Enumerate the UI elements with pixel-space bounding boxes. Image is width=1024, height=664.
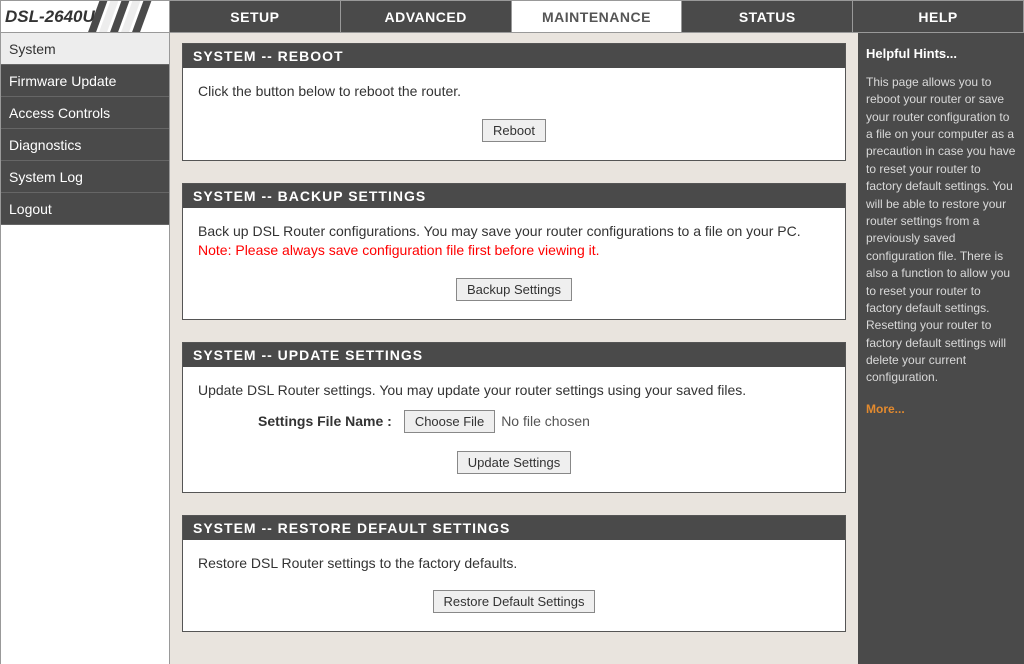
panel-reboot: SYSTEM -- REBOOT Click the button below … bbox=[182, 43, 846, 161]
panel-header: SYSTEM -- REBOOT bbox=[183, 44, 845, 68]
sidebar-item-diagnostics[interactable]: Diagnostics bbox=[1, 129, 169, 161]
panel-restore: SYSTEM -- RESTORE DEFAULT SETTINGS Resto… bbox=[182, 515, 846, 633]
sidebar-item-label: Access Controls bbox=[9, 105, 110, 121]
panel-header: SYSTEM -- BACKUP SETTINGS bbox=[183, 184, 845, 208]
sidebar-item-label: System Log bbox=[9, 169, 83, 185]
sidebar-item-label: Firmware Update bbox=[9, 73, 116, 89]
logo-stripes bbox=[85, 0, 156, 33]
tab-help[interactable]: HELP bbox=[853, 0, 1024, 33]
top-nav: SETUP ADVANCED MAINTENANCE STATUS HELP bbox=[170, 0, 1024, 33]
panel-header: SYSTEM -- RESTORE DEFAULT SETTINGS bbox=[183, 516, 845, 540]
help-more-link[interactable]: More... bbox=[866, 401, 1016, 418]
panel-description: Restore DSL Router settings to the facto… bbox=[198, 554, 830, 573]
tab-advanced[interactable]: ADVANCED bbox=[341, 0, 512, 33]
panel-description: Click the button below to reboot the rou… bbox=[198, 82, 830, 101]
help-title: Helpful Hints... bbox=[866, 45, 1016, 64]
panel-header: SYSTEM -- UPDATE SETTINGS bbox=[183, 343, 845, 367]
panel-update: SYSTEM -- UPDATE SETTINGS Update DSL Rou… bbox=[182, 342, 846, 493]
help-body: This page allows you to reboot your rout… bbox=[866, 74, 1016, 387]
restore-default-button[interactable]: Restore Default Settings bbox=[433, 590, 596, 613]
sidebar-item-label: Diagnostics bbox=[9, 137, 81, 153]
tab-status[interactable]: STATUS bbox=[682, 0, 853, 33]
update-settings-button[interactable]: Update Settings bbox=[457, 451, 572, 474]
file-status: No file chosen bbox=[501, 412, 590, 431]
sidebar-item-logout[interactable]: Logout bbox=[1, 193, 169, 225]
choose-file-button[interactable]: Choose File bbox=[404, 410, 495, 433]
tab-maintenance[interactable]: MAINTENANCE bbox=[512, 0, 683, 33]
help-sidebar: Helpful Hints... This page allows you to… bbox=[858, 33, 1024, 664]
sidebar-item-label: System bbox=[9, 41, 56, 57]
tab-setup[interactable]: SETUP bbox=[170, 0, 341, 33]
sidebar-item-firmware-update[interactable]: Firmware Update bbox=[1, 65, 169, 97]
sidebar-item-system-log[interactable]: System Log bbox=[1, 161, 169, 193]
backup-settings-button[interactable]: Backup Settings bbox=[456, 278, 572, 301]
sidebar: System Firmware Update Access Controls D… bbox=[0, 33, 170, 664]
sidebar-item-system[interactable]: System bbox=[1, 33, 169, 65]
backup-note: Note: Please always save configuration f… bbox=[198, 242, 600, 258]
panel-description: Update DSL Router settings. You may upda… bbox=[198, 381, 830, 400]
content-area: SYSTEM -- REBOOT Click the button below … bbox=[170, 33, 858, 664]
reboot-button[interactable]: Reboot bbox=[482, 119, 546, 142]
product-logo: DSL-2640U bbox=[0, 0, 170, 33]
settings-file-label: Settings File Name : bbox=[258, 412, 392, 431]
sidebar-item-label: Logout bbox=[9, 201, 52, 217]
panel-description: Back up DSL Router configurations. You m… bbox=[198, 223, 801, 239]
panel-backup: SYSTEM -- BACKUP SETTINGS Back up DSL Ro… bbox=[182, 183, 846, 320]
sidebar-item-access-controls[interactable]: Access Controls bbox=[1, 97, 169, 129]
product-model: DSL-2640U bbox=[5, 7, 95, 27]
